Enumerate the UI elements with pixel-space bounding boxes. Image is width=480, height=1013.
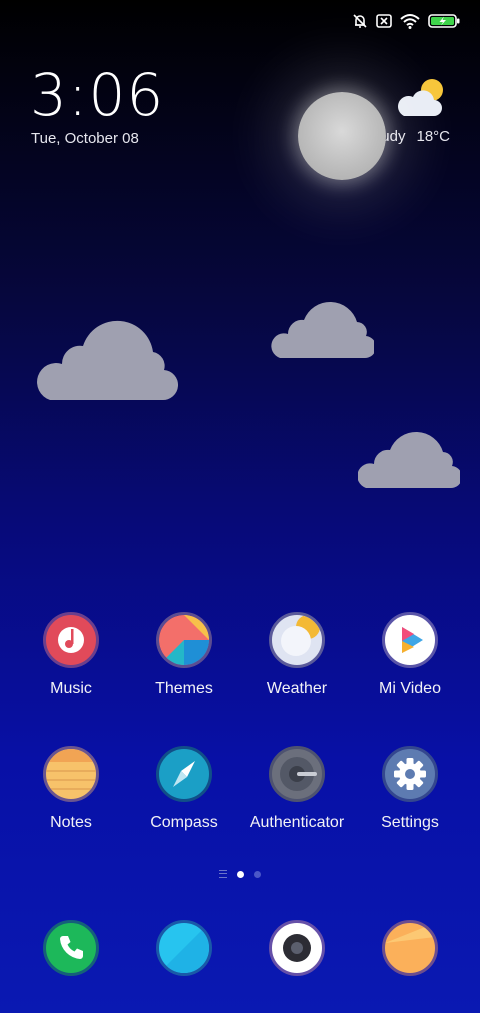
notes-icon <box>43 746 99 802</box>
phone-icon[interactable] <box>43 920 99 976</box>
app-weather[interactable]: Weather <box>241 612 353 698</box>
wifi-icon <box>400 14 420 29</box>
app-label: Notes <box>50 814 92 831</box>
clock-time[interactable]: 3:06 <box>30 66 164 124</box>
cloud-decoration <box>37 320 178 401</box>
page-dot-list[interactable] <box>219 870 227 878</box>
compass-icon <box>156 746 212 802</box>
app-mi-video[interactable]: Mi Video <box>354 612 466 698</box>
cloud-decoration <box>358 431 460 489</box>
app-label: Music <box>50 680 92 697</box>
app-label: Mi Video <box>379 680 441 697</box>
alarm-off-icon <box>353 14 367 28</box>
app-themes[interactable]: Themes <box>128 612 240 698</box>
status-bar <box>352 10 460 32</box>
app-settings[interactable]: Settings <box>354 746 466 832</box>
app-label: Compass <box>150 814 218 831</box>
weather-temperature: 18°C <box>416 128 450 145</box>
gear-icon <box>382 746 438 802</box>
app-label: Settings <box>381 814 439 831</box>
battery-charging-icon <box>428 14 460 28</box>
page-dot-2[interactable] <box>254 870 261 878</box>
messaging-icon[interactable] <box>156 920 212 976</box>
app-music[interactable]: Music <box>15 612 127 698</box>
app-label: Weather <box>266 680 328 697</box>
browser-icon[interactable] <box>382 920 438 976</box>
app-authenticator[interactable]: Authenticator <box>241 746 353 832</box>
app-notes[interactable]: Notes <box>15 746 127 832</box>
app-label: Authenticator <box>249 814 345 831</box>
no-sim-icon <box>376 14 392 28</box>
themes-icon <box>156 612 212 668</box>
page-dot-1[interactable] <box>237 870 244 878</box>
moon-decoration <box>298 92 386 180</box>
authenticator-icon <box>269 746 325 802</box>
app-label: Themes <box>155 680 213 697</box>
cloud-decoration <box>271 301 374 359</box>
music-icon <box>43 612 99 668</box>
play-icon <box>382 612 438 668</box>
camera-icon[interactable] <box>269 920 325 976</box>
clock-date[interactable]: Tue, October 08 <box>31 130 139 147</box>
app-compass[interactable]: Compass <box>128 746 240 832</box>
partly-cloudy-icon[interactable] <box>394 74 450 120</box>
weather-icon <box>269 612 325 668</box>
page-indicator[interactable] <box>219 870 261 878</box>
